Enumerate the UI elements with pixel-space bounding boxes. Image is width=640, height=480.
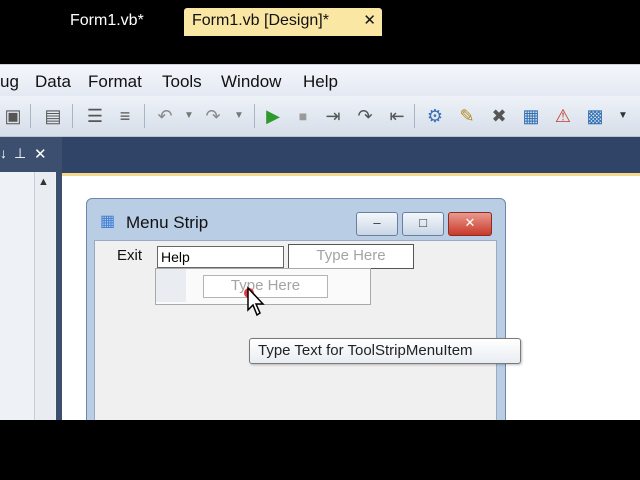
menu-bar: ug Data Format Tools Window Help [0,64,640,97]
menu-item-exit[interactable]: Exit [117,247,142,264]
undo-dropdown-icon[interactable]: ▼ [178,105,200,127]
auto-hide-icon[interactable]: ⊥ [14,145,26,162]
tab-label: Form1.vb [Design]* [192,12,329,29]
toolbar-separator [414,104,415,128]
close-button[interactable]: ✕ [448,212,492,236]
menu-data[interactable]: Data [35,72,71,92]
menu-help[interactable]: Help [303,72,338,92]
minimize-icon: – [373,215,381,230]
step-into-icon[interactable]: ⇥ [322,105,344,127]
toolbar-overflow-icon[interactable]: ▼ [612,105,634,127]
paste-icon[interactable]: ▣ [2,105,24,127]
tab-form1-design[interactable]: Form1.vb [Design]* ✕ [184,8,382,36]
output-icon[interactable]: ▩ [584,105,606,127]
tooltip-text: Type Text for ToolStripMenuItem [258,342,473,359]
redo-dropdown-icon[interactable]: ▼ [228,105,250,127]
tab-label: Form1.vb* [70,12,144,29]
menu-window[interactable]: Window [221,72,281,92]
align-icon[interactable]: ☰ [84,105,106,127]
toolbar: ▣ ▤ ☰ ≡ ↶ ▼ ↷ ▼ ▶ ■ ⇥ ↷ ⇤ ⚙ ✎ ✖ ▦ ⚠ ▩ ▼ [0,96,640,137]
solution-explorer-icon[interactable]: ⚙ [424,105,446,127]
redo-icon[interactable]: ↷ [202,105,224,127]
toolbar-separator [30,104,31,128]
step-over-icon[interactable]: ↷ [354,105,376,127]
letterbox-bottom [0,420,640,480]
toolbar-separator [72,104,73,128]
tab-close-icon[interactable]: ✕ [363,8,376,34]
scroll-up-icon[interactable]: ▲ [38,176,49,188]
toolbox-icon[interactable]: ✖ [488,105,510,127]
form-title: Menu Strip [126,213,209,232]
menu-tools[interactable]: Tools [162,72,202,92]
menu-format[interactable]: Format [88,72,142,92]
type-here-label: Type Here [316,247,386,264]
tab-form1-vb[interactable]: Form1.vb* [62,8,152,36]
maximize-button[interactable]: □ [402,212,444,236]
find-icon[interactable]: ▤ [42,105,64,127]
close-icon: ✕ [464,215,476,230]
close-icon[interactable]: ✕ [34,145,47,163]
type-here-right[interactable]: Type Here [288,244,414,269]
form-icon: ▦ [100,213,116,230]
minimize-button[interactable]: – [356,212,398,236]
error-list-icon[interactable]: ⚠ [552,105,574,127]
tooltip: Type Text for ToolStripMenuItem [249,338,521,364]
mouse-cursor-icon [247,286,265,317]
menu-item-edit-box[interactable]: Help [157,246,284,268]
vertical-scrollbar[interactable] [34,172,55,420]
class-view-icon[interactable]: ▦ [520,105,542,127]
submenu-image-margin [156,269,186,302]
pin-icon[interactable]: ↓ [0,145,7,161]
menu-debug[interactable]: ug [0,72,19,92]
undo-icon[interactable]: ↶ [154,105,176,127]
format-icon[interactable]: ≡ [114,105,136,127]
stop-icon[interactable]: ■ [292,105,314,127]
properties-icon[interactable]: ✎ [456,105,478,127]
toolbar-separator [144,104,145,128]
menu-item-edit-value: Help [161,249,190,265]
toolbar-separator [254,104,255,128]
step-out-icon[interactable]: ⇤ [386,105,408,127]
document-tab-strip [62,137,640,173]
start-debug-icon[interactable]: ▶ [262,105,284,127]
maximize-icon: □ [419,215,427,230]
